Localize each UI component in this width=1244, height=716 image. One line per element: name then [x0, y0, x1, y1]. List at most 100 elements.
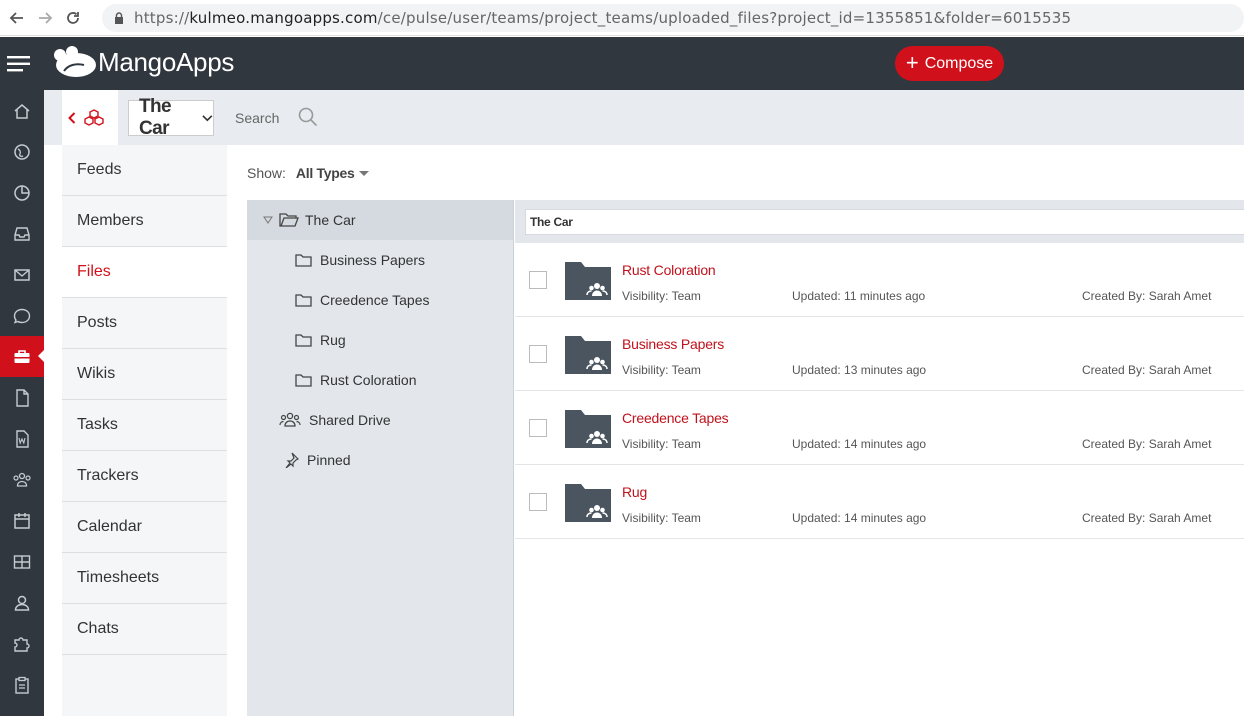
visibility-text: Visibility: Team [622, 363, 701, 377]
tree-item-shared-drive[interactable]: Shared Drive [247, 400, 513, 440]
puzzle-icon[interactable] [0, 623, 44, 664]
file-row[interactable]: Business Papers Visibility: Team Updated: … [515, 317, 1244, 391]
sidenav-item-calendar[interactable]: Calendar [62, 502, 227, 553]
home-icon[interactable] [0, 90, 44, 131]
sidenav-item-chats[interactable]: Chats [62, 604, 227, 655]
url-path: /ce/pulse/user/teams/project_teams/uploa… [377, 9, 1072, 27]
caret-down-icon[interactable] [359, 170, 370, 176]
search-icon[interactable] [298, 107, 318, 132]
tree-item-folder[interactable]: Rust Coloration [247, 360, 513, 400]
row-checkbox[interactable] [529, 493, 547, 511]
updated-text: Updated: 11 minutes ago [792, 289, 926, 303]
row-checkbox[interactable] [529, 345, 547, 363]
lock-icon [115, 12, 123, 24]
compose-button[interactable]: + Compose [895, 46, 1004, 81]
reload-icon[interactable] [62, 7, 84, 29]
plus-icon: + [905, 49, 919, 75]
tree-item-folder[interactable]: Rug [247, 320, 513, 360]
globe-icon[interactable] [0, 131, 44, 172]
shared-drive-people-icon [279, 412, 301, 427]
team-dropdown[interactable]: The Car [128, 96, 214, 139]
tree-item-pinned[interactable]: Pinned [247, 440, 513, 480]
address-bar[interactable]: https://kulmeo.mangoapps.com/ce/pulse/us… [102, 4, 1244, 32]
show-filter: Show: All Types [247, 165, 370, 181]
show-label: Show: [247, 165, 286, 181]
sidenav-item-files[interactable]: Files [62, 247, 227, 298]
left-icon-rail [0, 90, 45, 716]
chevron-down-icon [202, 115, 213, 122]
word-doc-icon[interactable] [0, 418, 44, 459]
file-row[interactable]: Rug Visibility: Team Updated: 14 minutes a… [515, 465, 1244, 539]
shared-drive-label: Shared Drive [309, 412, 391, 428]
tree-folder-label: Business Papers [320, 252, 426, 268]
created-by-text: Created By: Sarah Amet [1082, 437, 1212, 451]
pinned-label: Pinned [307, 452, 351, 468]
document-icon[interactable] [0, 377, 44, 418]
user-icon[interactable] [0, 582, 44, 623]
sidenav-item-posts[interactable]: Posts [62, 298, 227, 349]
file-name-link[interactable]: Rug [622, 484, 647, 500]
left-gutter [44, 145, 62, 716]
inbox-icon[interactable] [0, 213, 44, 254]
team-side-nav: Feeds Members Files Posts Wikis Tasks Trackers… [62, 145, 227, 716]
file-name-link[interactable]: Rust Coloration [622, 262, 716, 278]
file-list: The Car Rust Coloration Visibility: Team U… [515, 200, 1244, 716]
folder-icon [295, 374, 312, 387]
file-row[interactable]: Creedence Tapes Visibility: Team Updated: … [515, 391, 1244, 465]
list-header: The Car [515, 200, 1244, 243]
tree-root-label: The Car [305, 212, 356, 228]
folder-icon [295, 334, 312, 347]
pin-icon [285, 452, 299, 468]
visibility-text: Visibility: Team [622, 289, 701, 303]
mango-logo-icon [54, 46, 96, 77]
sidenav-item-trackers[interactable]: Trackers [62, 451, 227, 502]
updated-text: Updated: 13 minutes ago [792, 363, 927, 377]
back-to-teams-button[interactable] [62, 90, 118, 145]
browser-toolbar: https://kulmeo.mangoapps.com/ce/pulse/us… [0, 0, 1244, 36]
row-checkbox[interactable] [529, 419, 547, 437]
hamburger-menu-icon[interactable] [7, 56, 31, 77]
sidenav-item-members[interactable]: Members [62, 196, 227, 247]
grid-icon[interactable] [0, 541, 44, 582]
folder-tree: The Car Business Papers Creedence Tapes Ru… [247, 200, 514, 716]
tree-root-folder[interactable]: The Car [247, 200, 513, 240]
calendar-icon[interactable] [0, 500, 44, 541]
sidenav-item-timesheets[interactable]: Timesheets [62, 553, 227, 604]
tree-item-folder[interactable]: Creedence Tapes [247, 280, 513, 320]
pie-chart-icon[interactable] [0, 172, 44, 213]
sidenav-item-wikis[interactable]: Wikis [62, 349, 227, 400]
row-checkbox[interactable] [529, 271, 547, 289]
forward-arrow-icon[interactable] [34, 7, 56, 29]
chat-bubble-icon[interactable] [0, 295, 44, 336]
file-name-link[interactable]: Creedence Tapes [622, 410, 729, 426]
created-by-text: Created By: Sarah Amet [1082, 363, 1212, 377]
sidenav-item-feeds[interactable]: Feeds [62, 145, 227, 196]
mail-icon[interactable] [0, 254, 44, 295]
triangle-down-icon[interactable] [263, 216, 273, 224]
breadcrumb: The Car [525, 209, 1244, 235]
search-input[interactable]: Search [235, 110, 279, 126]
tree-item-folder[interactable]: Business Papers [247, 240, 513, 280]
back-arrow-icon[interactable] [6, 7, 28, 29]
tree-folder-label: Rust Coloration [320, 372, 417, 388]
briefcase-icon[interactable] [0, 336, 45, 377]
team-folder-icon [565, 410, 611, 448]
type-filter-dropdown[interactable]: All Types [296, 165, 355, 181]
file-row[interactable]: Rust Coloration Visibility: Team Updated: … [515, 243, 1244, 317]
team-folder-icon [565, 336, 611, 374]
tree-folder-label: Rug [320, 332, 346, 348]
file-name-link[interactable]: Business Papers [622, 336, 724, 352]
clipboard-icon[interactable] [0, 664, 44, 705]
team-subheader: The Car Search [44, 90, 1244, 145]
files-content: Show: All Types The Car Business Papers C… [227, 145, 1244, 716]
folder-icon [295, 294, 312, 307]
url-prefix: https:// [134, 9, 190, 27]
logo-text: MangoApps [98, 46, 235, 77]
team-name: The Car [139, 96, 172, 139]
sidenav-item-tasks[interactable]: Tasks [62, 400, 227, 451]
people-icon[interactable] [0, 459, 44, 500]
compose-label: Compose [924, 54, 994, 72]
updated-text: Updated: 14 minutes ago [792, 437, 927, 451]
visibility-text: Visibility: Team [622, 437, 701, 451]
mangoapps-logo[interactable]: MangoApps [50, 45, 234, 79]
